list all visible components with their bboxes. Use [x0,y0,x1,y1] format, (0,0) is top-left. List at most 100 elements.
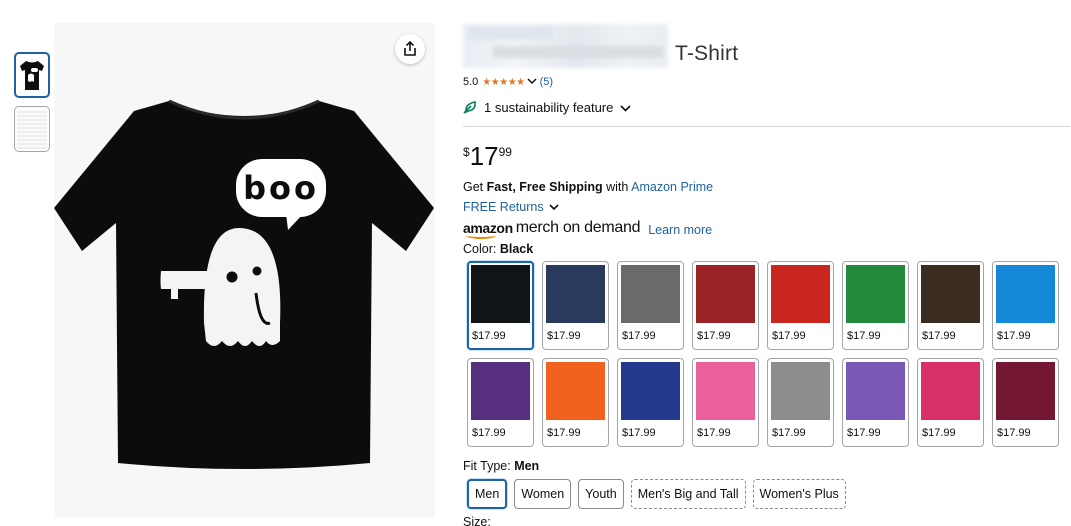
color-label: Color: Black [463,242,1070,258]
color-swatch[interactable]: $17.99 [842,261,909,350]
swatch-price: $17.99 [547,330,581,342]
merch-on-demand-logo: merch on demand [515,219,641,236]
rating-value: 5.0 [463,76,479,88]
rating-row: 5.0 ★★★★★ (5) [463,75,1070,89]
color-chip [621,265,680,323]
color-swatch[interactable]: $17.99 [767,358,834,447]
color-chip [771,362,830,420]
color-swatch[interactable]: $17.99 [542,358,609,447]
color-swatch[interactable]: $17.99 [842,358,909,447]
selected-fit-type: Men [514,459,540,473]
color-swatch[interactable]: $17.99 [992,358,1059,447]
shipping-info: Get Fast, Free Shipping with Amazon Prim… [463,180,1070,196]
color-chip [771,265,830,323]
fit-type-option[interactable]: Youth [578,479,624,509]
swatch-price: $17.99 [847,427,881,439]
price-symbol: $ [463,145,470,159]
fit-type-label: Fit Type: Men [463,459,1070,475]
shipping-with: with [602,180,632,194]
amazon-logo: amazon [463,220,513,239]
product-title-suffix: T-Shirt [675,42,739,65]
color-chip [846,362,905,420]
color-swatch[interactable]: $17.99 [467,261,534,350]
color-swatch[interactable]: $17.99 [917,261,984,350]
learn-more-link[interactable]: Learn more [648,223,712,237]
color-chip [996,362,1055,420]
color-chip [546,265,605,323]
share-button[interactable] [395,34,425,64]
color-swatch[interactable]: $17.99 [692,358,759,447]
ghost-tshirt-image: boo [54,99,434,469]
color-chip [471,362,530,420]
shirt-thumbnail-image [20,61,44,90]
color-swatch[interactable]: $17.99 [917,358,984,447]
price-fraction: 99 [498,145,512,159]
color-chip [696,265,755,323]
thumbnail-list [14,52,50,160]
swatch-price: $17.99 [847,330,881,342]
swatch-price: $17.99 [697,330,731,342]
shipping-fast-free: Fast, Free Shipping [486,180,603,194]
swatch-price: $17.99 [622,330,656,342]
fit-type-option[interactable]: Men's Big and Tall [630,479,746,509]
size-label: Size: [463,515,491,526]
color-chip [471,265,530,323]
thumbnail-shirt[interactable] [14,52,50,98]
swatch-price: $17.99 [997,330,1031,342]
main-product-image[interactable]: boo [54,23,435,518]
swatch-price: $17.99 [697,427,731,439]
product-title: T-Shirt [463,24,1070,68]
price-whole: 17 [469,141,499,171]
amazon-prime-link[interactable]: Amazon Prime [631,180,713,194]
free-returns-label: FREE Returns [463,200,544,214]
swatch-price: $17.99 [772,330,806,342]
color-chip [921,265,980,323]
swatch-price: $17.99 [922,330,956,342]
chevron-down-icon [620,100,631,115]
swatch-price: $17.99 [472,427,506,439]
chevron-down-icon[interactable] [527,77,537,88]
color-swatch[interactable]: $17.99 [692,261,759,350]
ratings-count-link[interactable]: (5) [540,76,553,88]
chevron-down-icon [549,200,559,214]
color-swatch-grid: $17.99 $17.99 $17.99 $17.99 $17.99 $17.99 $17.… [467,261,1070,447]
divider [463,126,1070,127]
merch-on-demand: amazon merch on demand Learn more [463,218,1070,239]
redacted-title-area [463,24,668,68]
fit-type-options: Men Women Youth Men's Big and Tall Women's P… [467,479,1070,509]
fit-type-label-text: Fit Type: [463,459,515,473]
color-chip [696,362,755,420]
sustainability-feature-button[interactable]: 1 sustainability feature [463,98,1070,116]
color-swatch[interactable]: $17.99 [467,358,534,447]
share-icon [404,41,416,56]
swatch-price: $17.99 [922,427,956,439]
swatch-price: $17.99 [772,427,806,439]
leaf-icon [463,101,476,114]
color-chip [846,265,905,323]
color-chip [996,265,1055,323]
thumbnail-size-chart[interactable] [14,106,50,152]
size-chart-thumbnail-image [17,109,47,149]
color-label-text: Color: [463,242,500,256]
shipping-get: Get [463,180,487,194]
free-returns-link[interactable]: FREE Returns [463,199,1070,215]
price: $ 17 99 [463,143,1070,173]
swatch-price: $17.99 [997,427,1031,439]
fit-type-option[interactable]: Women's Plus [752,479,846,509]
color-swatch[interactable]: $17.99 [542,261,609,350]
fit-type-option[interactable]: Women [514,479,572,509]
color-swatch[interactable]: $17.99 [767,261,834,350]
product-details: T-Shirt 5.0 ★★★★★ (5) 1 sustainability f… [463,24,1070,526]
sustainability-label: 1 sustainability feature [484,99,614,115]
color-chip [921,362,980,420]
fit-type-option[interactable]: Men [467,479,508,509]
color-swatch[interactable]: $17.99 [992,261,1059,350]
swatch-price: $17.99 [547,427,581,439]
speech-bubble-text: boo [243,169,319,207]
color-swatch[interactable]: $17.99 [617,261,684,350]
color-swatch[interactable]: $17.99 [617,358,684,447]
color-chip [621,362,680,420]
color-chip [546,362,605,420]
selected-color-name: Black [499,242,534,256]
star-rating-icon[interactable]: ★★★★★ [482,77,525,88]
